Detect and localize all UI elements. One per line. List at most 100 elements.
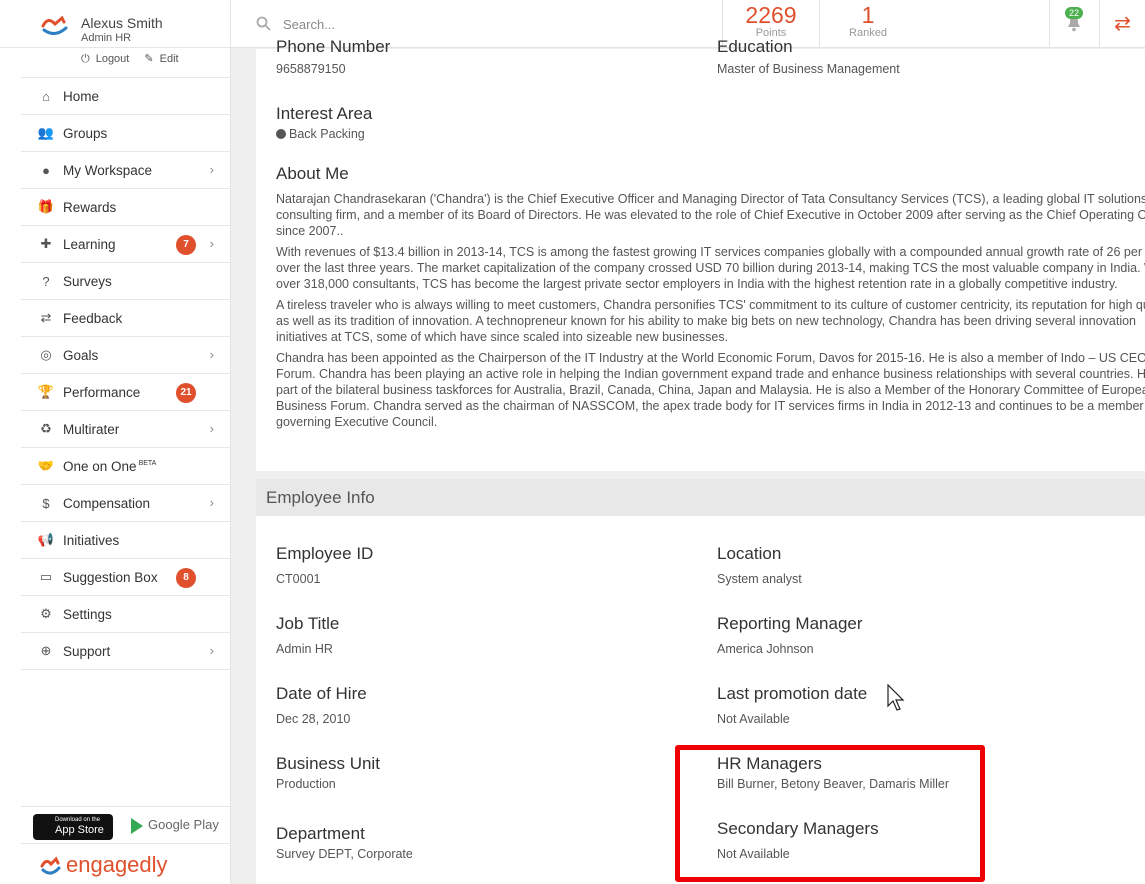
- search-input[interactable]: [283, 12, 683, 36]
- sidebar-item-label: Feedback: [63, 311, 122, 326]
- sidebar-item-performance[interactable]: 🏆 Performance 21: [21, 374, 230, 411]
- power-icon: ⏻: [81, 53, 90, 65]
- sidebar-item-suggestion-box[interactable]: ▭ Suggestion Box 8: [21, 559, 230, 596]
- lifebuoy-icon: ⊕: [40, 643, 52, 658]
- about-paragraph: Natarajan Chandrasekaran ('Chandra') is …: [276, 192, 1145, 238]
- logout-link[interactable]: ⏻ Logout: [81, 53, 135, 65]
- pencil-icon: ✎: [144, 53, 154, 65]
- education-value: Master of Business Management: [717, 62, 900, 76]
- inbox-icon: ▭: [39, 569, 53, 584]
- menu-label-text: Compensation: [63, 495, 151, 511]
- sidebar-item-label: Support: [63, 644, 110, 659]
- chevron-right-icon: ›: [209, 643, 214, 658]
- sidebar-item-my-workspace[interactable]: ● My Workspace ›: [21, 152, 230, 189]
- phone-title: Phone Number: [276, 37, 391, 56]
- app-stores: Download on the App Store Google Play: [21, 806, 230, 844]
- interest-value: Back Packing: [276, 127, 365, 141]
- ranked-label: Ranked: [849, 27, 887, 39]
- location-title: Location: [717, 544, 782, 563]
- last-promotion-value: Not Available: [717, 712, 790, 726]
- menu-label-text: Home: [63, 88, 100, 104]
- sidebar-item-label: Initiatives: [63, 533, 119, 548]
- sidebar-item-label: Multirater: [63, 422, 119, 437]
- gear-icon: ⚙: [40, 606, 52, 621]
- menu-label-text: Groups: [63, 125, 108, 141]
- trophy-icon: 🏆: [37, 384, 55, 399]
- question-icon: ?: [42, 273, 50, 289]
- sidebar-item-rewards[interactable]: 🎁 Rewards: [21, 189, 230, 226]
- sidebar-menu: ⌂ Home 👥 Groups ● My Workspace › 🎁 Rewards ✚ Learn…: [21, 77, 230, 670]
- ranked-stat[interactable]: 1 Ranked: [819, 0, 916, 48]
- google-play-button[interactable]: Google Play: [131, 817, 219, 834]
- mouse-cursor-icon: [887, 684, 905, 711]
- menu-label-text: Learning: [63, 236, 116, 252]
- users-icon: 👥: [37, 125, 55, 140]
- profile-links: ⏻ Logout ✎ Edit: [81, 52, 191, 66]
- exchange-icon: ⇄: [40, 310, 52, 325]
- sidebar-item-multirater[interactable]: ♻ Multirater ›: [21, 411, 230, 448]
- menu-label-text: Settings: [63, 606, 112, 622]
- about-paragraph: With revenues of $13.4 billion in 2013-1…: [276, 245, 1145, 291]
- about-title: About Me: [276, 164, 349, 183]
- chevron-right-icon: ›: [209, 421, 214, 436]
- sidebar-item-label: Surveys: [63, 274, 112, 289]
- app-store-label: App Store: [55, 824, 104, 836]
- google-play-label: Google Play: [148, 817, 219, 832]
- menu-label-text: One on One: [63, 458, 137, 474]
- switch-view-button[interactable]: ⇄: [1099, 0, 1145, 48]
- about-paragraph: Chandra has been appointed as the Chairp…: [276, 351, 1145, 429]
- sidebar-item-label: Rewards: [63, 200, 116, 215]
- date-of-hire-title: Date of Hire: [276, 684, 367, 703]
- sidebar-item-support[interactable]: ⊕ Support ›: [21, 633, 230, 670]
- sidebar-item-one-on-one[interactable]: 🤝 One on One BETA: [21, 448, 230, 485]
- sidebar-item-feedback[interactable]: ⇄ Feedback: [21, 300, 230, 337]
- business-unit-value: Production: [276, 777, 336, 791]
- home-icon: ⌂: [42, 88, 50, 104]
- menu-label-text: Surveys: [63, 273, 112, 289]
- employee-info-heading: Employee Info: [256, 479, 1145, 516]
- notifications-button[interactable]: 22: [1049, 0, 1099, 48]
- sidebar-item-compensation[interactable]: $ Compensation ›: [21, 485, 230, 522]
- exchange-icon: ⇄: [1114, 13, 1131, 35]
- sidebar-item-home[interactable]: ⌂ Home: [21, 78, 230, 115]
- count-badge: 21: [176, 383, 196, 403]
- highlight-box: [675, 745, 985, 882]
- sidebar-item-label: Home: [63, 89, 99, 104]
- job-title-value: Admin HR: [276, 642, 333, 656]
- puzzle-icon: ✚: [40, 236, 52, 251]
- sidebar-item-groups[interactable]: 👥 Groups: [21, 115, 230, 152]
- business-unit-title: Business Unit: [276, 754, 380, 773]
- money-icon: $: [42, 495, 50, 511]
- department-title: Department: [276, 824, 365, 843]
- notification-badge: 22: [1065, 7, 1084, 19]
- ranked-value: 1: [861, 2, 875, 28]
- beta-tag: BETA: [138, 460, 157, 467]
- sidebar-item-settings[interactable]: ⚙ Settings: [21, 596, 230, 633]
- user-name[interactable]: Alexus Smith: [81, 15, 163, 31]
- sidebar-item-label: My Workspace: [63, 163, 152, 178]
- count-badge: 7: [176, 235, 196, 255]
- department-value: Survey DEPT, Corporate: [276, 847, 413, 861]
- menu-label-text: Performance: [63, 384, 141, 400]
- chevron-right-icon: ›: [209, 236, 214, 251]
- sidebar-item-initiatives[interactable]: 📢 Initiatives: [21, 522, 230, 559]
- sidebar-item-label: Suggestion Box: [63, 570, 158, 585]
- about-text: Natarajan Chandrasekaran ('Chandra') is …: [276, 191, 1145, 435]
- menu-label-text: Initiatives: [63, 532, 120, 548]
- sidebar-item-learning[interactable]: ✚ Learning 7 ›: [21, 226, 230, 263]
- education-title: Education: [717, 37, 793, 56]
- menu-label-text: Multirater: [63, 421, 120, 437]
- last-promotion-title: Last promotion date: [717, 684, 868, 703]
- sidebar-item-label: Settings: [63, 607, 112, 622]
- sidebar-item-surveys[interactable]: ? Surveys: [21, 263, 230, 300]
- points-value: 2269: [745, 2, 797, 28]
- employee-id-title: Employee ID: [276, 544, 374, 563]
- reporting-manager-value: America Johnson: [717, 642, 814, 656]
- sidebar-item-goals[interactable]: ◎ Goals ›: [21, 337, 230, 374]
- phone-value: 9658879150: [276, 62, 346, 76]
- google-play-icon: [131, 817, 143, 834]
- app-store-button[interactable]: Download on the App Store: [33, 814, 113, 840]
- chevron-right-icon: ›: [209, 347, 214, 362]
- location-value: System analyst: [717, 572, 802, 586]
- edit-link[interactable]: ✎ Edit: [144, 53, 184, 65]
